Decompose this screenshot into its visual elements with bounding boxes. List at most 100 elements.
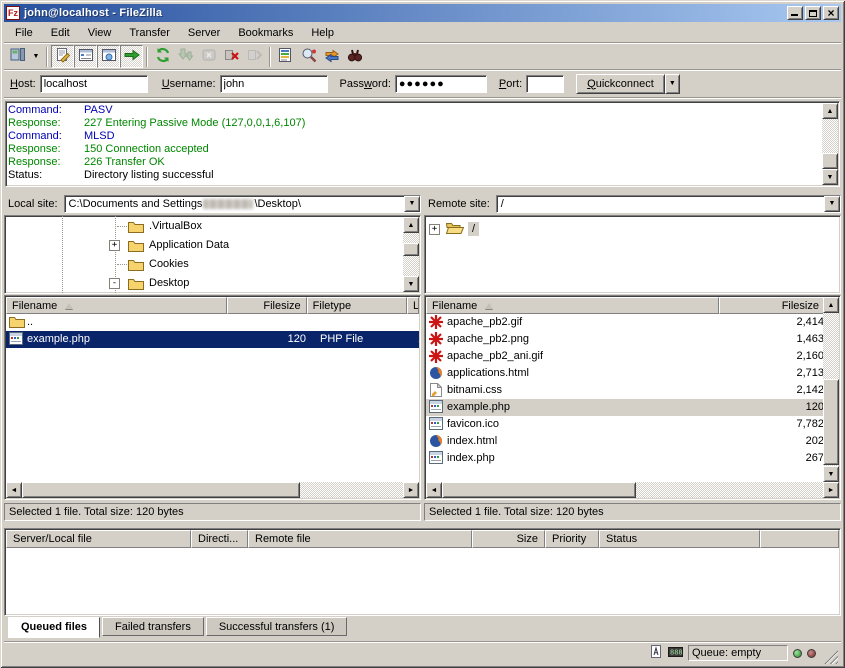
local-site-label: Local site: — [4, 198, 64, 210]
apache-image-icon — [429, 332, 443, 349]
menu-view[interactable]: View — [79, 25, 121, 41]
remote-site-dropdown-button[interactable]: ▼ — [824, 196, 840, 212]
column-header-remote-file[interactable]: Remote file — [248, 530, 472, 548]
refresh-button[interactable] — [151, 45, 174, 68]
resize-grip-icon[interactable] — [824, 650, 838, 664]
file-row-bitnami-css[interactable]: bitnami.css 2,142 — [426, 382, 823, 399]
column-header-last-modified[interactable]: L — [407, 297, 419, 314]
minimize-button[interactable] — [787, 6, 803, 20]
file-row-example-php[interactable]: example.php 120 — [426, 399, 823, 416]
process-queue-button[interactable] — [174, 45, 197, 68]
scroll-up-button[interactable]: ▲ — [823, 297, 839, 313]
menu-bookmarks[interactable]: Bookmarks — [229, 25, 302, 41]
expand-icon[interactable]: + — [429, 224, 440, 235]
column-header-priority[interactable]: Priority — [545, 530, 599, 548]
column-header-size[interactable]: Size — [472, 530, 545, 548]
port-input[interactable] — [526, 75, 564, 93]
file-row-apache-pb2-ani-gif[interactable]: apache_pb2_ani.gif 2,160 — [426, 348, 823, 365]
menu-edit[interactable]: Edit — [42, 25, 79, 41]
remote-horizontal-scrollbar[interactable]: ◄ ► — [426, 482, 839, 498]
tree-item-application-data[interactable]: + Application Data — [5, 236, 402, 255]
menu-file[interactable]: File — [6, 25, 42, 41]
scroll-down-button[interactable]: ▼ — [823, 466, 839, 482]
apache-image-icon — [429, 315, 443, 332]
file-row-apache-pb2-gif[interactable]: apache_pb2.gif 2,414 — [426, 314, 823, 331]
scroll-left-button[interactable]: ◄ — [426, 482, 442, 498]
file-row-example-php[interactable]: example.php 120 PHP File 1 — [6, 331, 419, 348]
local-site-combobox[interactable]: C:\Documents and Settings\Desktop\ ▼ — [64, 195, 421, 213]
scrollbar-thumb[interactable] — [442, 482, 636, 498]
filesize-cell: 2,414 — [720, 314, 823, 331]
local-horizontal-scrollbar[interactable]: ◄ ► — [6, 482, 419, 498]
site-manager-button[interactable] — [6, 45, 29, 68]
transfer-type-icon[interactable] — [649, 644, 663, 662]
column-header-filesize[interactable]: Filesize — [227, 297, 307, 314]
expand-icon[interactable]: + — [109, 240, 120, 251]
find-files-button[interactable] — [343, 45, 366, 68]
log-vertical-scrollbar[interactable]: ▲ ▼ — [822, 103, 838, 185]
file-row-index-html[interactable]: index.html 202 — [426, 433, 823, 450]
scroll-down-button[interactable]: ▼ — [403, 276, 419, 292]
file-row-applications-html[interactable]: applications.html 2,713 — [426, 365, 823, 382]
speed-limits-icon[interactable]: 888 — [668, 644, 683, 662]
local-site-dropdown-button[interactable]: ▼ — [404, 196, 420, 212]
tab-failed-transfers[interactable]: Failed transfers — [102, 617, 204, 636]
scroll-up-button[interactable]: ▲ — [822, 103, 838, 119]
menu-server[interactable]: Server — [179, 25, 229, 41]
column-header-server-local-file[interactable]: Server/Local file — [6, 530, 191, 548]
collapse-icon[interactable]: - — [109, 278, 120, 289]
scroll-right-button[interactable]: ► — [823, 482, 839, 498]
close-button[interactable]: × — [823, 6, 839, 20]
directory-comparison-button[interactable] — [297, 45, 320, 68]
scrollbar-thumb[interactable] — [22, 482, 300, 498]
scroll-down-button[interactable]: ▼ — [822, 169, 838, 185]
menu-help[interactable]: Help — [302, 25, 343, 41]
toggle-remote-tree-button[interactable] — [97, 45, 120, 68]
cancel-operation-button[interactable] — [197, 45, 220, 68]
maximize-button[interactable] — [805, 6, 821, 20]
column-header-filetype[interactable]: Filetype — [307, 297, 407, 314]
toggle-message-log-button[interactable] — [51, 45, 74, 68]
tab-queued-files[interactable]: Queued files — [8, 617, 100, 638]
scroll-left-button[interactable]: ◄ — [6, 482, 22, 498]
local-tree-scrollbar[interactable]: ▲ ▼ — [403, 217, 419, 292]
file-row-index-php[interactable]: index.php 267 — [426, 450, 823, 467]
cancel-icon — [201, 47, 217, 66]
column-header-filename[interactable]: Filename — [6, 297, 227, 314]
tree-item-root[interactable]: + / — [429, 220, 479, 238]
reconnect-button[interactable] — [243, 45, 266, 68]
tree-item-virtualbox[interactable]: .VirtualBox — [5, 217, 402, 236]
remote-vertical-scrollbar[interactable]: ▲ ▼ — [823, 297, 839, 482]
file-row-apache-pb2-png[interactable]: apache_pb2.png 1,463 — [426, 331, 823, 348]
site-manager-dropdown-button[interactable]: ▼ — [29, 45, 43, 68]
column-header-filesize[interactable]: Filesize — [719, 297, 825, 314]
quickconnect-dropdown-button[interactable]: ▼ — [665, 74, 680, 94]
column-header-filename[interactable]: Filename — [426, 297, 719, 314]
toggle-transfer-queue-button[interactable] — [120, 45, 143, 68]
tab-successful-transfers[interactable]: Successful transfers (1) — [206, 617, 348, 636]
toggle-local-tree-button[interactable] — [74, 45, 97, 68]
scrollbar-thumb[interactable] — [823, 379, 839, 465]
quickconnect-button[interactable]: Quickconnect — [576, 74, 665, 94]
remote-site-combobox[interactable]: / ▼ — [496, 195, 841, 213]
password-input[interactable] — [395, 75, 487, 93]
tree-guide — [117, 264, 127, 265]
host-input[interactable] — [40, 75, 148, 93]
tree-item-cookies[interactable]: Cookies — [5, 255, 402, 274]
file-row-favicon-ico[interactable]: favicon.ico 7,782 — [426, 416, 823, 433]
column-header-status[interactable]: Status — [599, 530, 760, 548]
synchronized-browsing-button[interactable] — [320, 45, 343, 68]
local-site-bar: Local site: C:\Documents and Settings\De… — [4, 194, 421, 213]
title-bar[interactable]: Fz john@localhost - FileZilla × — [4, 4, 841, 22]
scrollbar-thumb[interactable] — [822, 153, 838, 169]
scroll-right-button[interactable]: ► — [403, 482, 419, 498]
username-input[interactable] — [220, 75, 328, 93]
scroll-up-button[interactable]: ▲ — [403, 217, 419, 233]
disconnect-button[interactable] — [220, 45, 243, 68]
column-header-direction[interactable]: Directi... — [191, 530, 248, 548]
tree-item-desktop[interactable]: - Desktop — [5, 274, 402, 293]
scrollbar-thumb[interactable] — [403, 243, 419, 256]
file-row-parent-directory[interactable]: .. — [6, 314, 419, 331]
menu-transfer[interactable]: Transfer — [120, 25, 179, 41]
directory-listing-filters-button[interactable] — [274, 45, 297, 68]
